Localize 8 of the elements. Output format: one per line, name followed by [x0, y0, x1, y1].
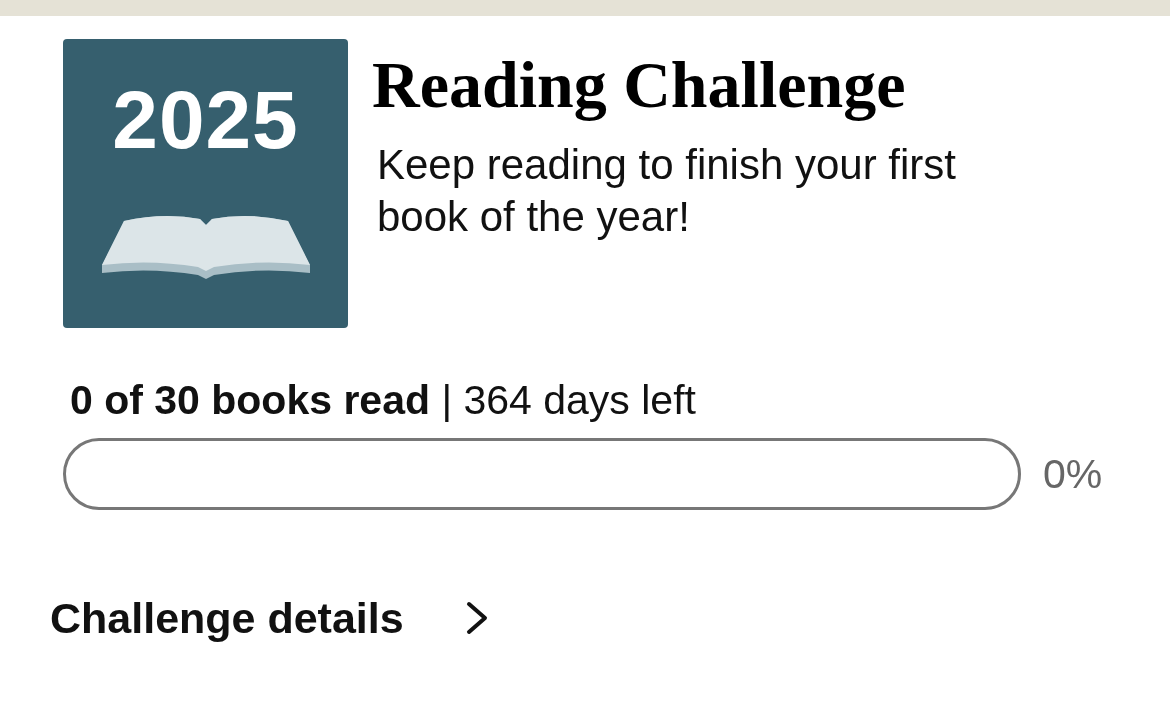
challenge-subtitle: Keep reading to finish your first book of the year! — [377, 140, 957, 242]
progress-percent: 0% — [1043, 450, 1103, 498]
challenge-details-link[interactable]: Challenge details — [50, 592, 488, 644]
chevron-right-icon — [465, 601, 488, 635]
open-book-icon — [101, 213, 310, 279]
badge-year: 2025 — [112, 79, 299, 161]
challenge-title: Reading Challenge — [372, 47, 907, 123]
progress-summary: 0 of 30 books read | 364 days left — [70, 377, 696, 423]
